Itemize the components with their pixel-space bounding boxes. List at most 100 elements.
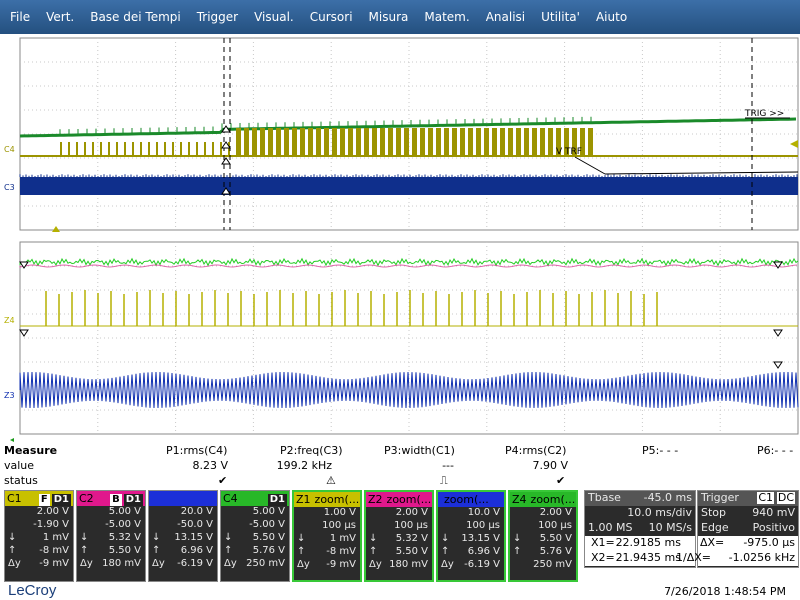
menu-item-9[interactable]: Utilita' bbox=[533, 10, 588, 24]
trace-c1-burst bbox=[300, 128, 305, 156]
trace-c1-burst bbox=[412, 128, 417, 156]
menu-item-8[interactable]: Analisi bbox=[478, 10, 533, 24]
trace-c1-burst bbox=[508, 128, 513, 156]
menu-item-5[interactable]: Cursori bbox=[302, 10, 361, 24]
cursor-x2-label: X2= bbox=[591, 551, 615, 564]
cursor-row-label: ↑ bbox=[369, 546, 378, 557]
trace-c1-burst bbox=[516, 128, 521, 156]
measure-status-row-label: status bbox=[4, 474, 38, 487]
cursor-row-value: 13.15 V bbox=[174, 532, 213, 543]
channel-name: Z1 bbox=[296, 493, 311, 506]
trace-c1-burst bbox=[156, 142, 158, 156]
trace-c1-burst bbox=[252, 128, 257, 156]
trace-c1-burst bbox=[236, 128, 241, 156]
channel-descriptor-5[interactable]: Z1 zoom(... 1.00 V 100 µs ↓ 1 mV ↑ -8 mV Δy -9 mV bbox=[292, 490, 362, 582]
cursor-dx-value: -975.0 µs bbox=[743, 536, 795, 549]
channel-setting-v2: -5.00 V bbox=[105, 519, 141, 530]
trace-c1-burst bbox=[292, 128, 297, 156]
trace-c1-burst bbox=[420, 128, 425, 156]
cursor-row-label: Δy bbox=[152, 558, 165, 569]
trace-c1-burst bbox=[404, 128, 409, 156]
param-label-p6[interactable]: P6:- - - bbox=[757, 444, 793, 457]
menu-item-7[interactable]: Matem. bbox=[416, 10, 477, 24]
menu-item-0[interactable]: File bbox=[2, 10, 38, 24]
cursor-row-value: 180 mV bbox=[389, 559, 428, 570]
cursor-arrow-lower bbox=[773, 361, 783, 369]
status-icon-p2: ⚠ bbox=[326, 474, 336, 487]
status-icon-p4: ✔ bbox=[556, 474, 566, 487]
channel-tag: D1 bbox=[51, 493, 71, 506]
channel-tag: D1 bbox=[267, 493, 287, 506]
channel-descriptor-4[interactable]: C4 D1 5.00 V -5.00 V ↓ 5.50 V ↑ 5.76 V Δy 250 mV bbox=[220, 490, 290, 582]
channel-descriptor-header: zoom(... bbox=[438, 492, 504, 507]
trace-c1-burst bbox=[212, 142, 214, 156]
menu-item-4[interactable]: Visual. bbox=[246, 10, 302, 24]
cursor-x1-label: X1= bbox=[591, 536, 615, 549]
channel-setting-v2: 100 µs bbox=[538, 520, 572, 531]
channel-descriptor-header bbox=[149, 491, 217, 506]
channel-descriptor-7[interactable]: zoom(... 10.0 V 100 µs ↓ 13.15 V ↑ 6.96 V Δy -6.… bbox=[436, 490, 506, 582]
cursor-x1-value: 22.9185 ms bbox=[615, 536, 681, 549]
trace-c3 bbox=[20, 177, 798, 195]
cursor-row-label: Δy bbox=[297, 559, 310, 570]
trace-c1-burst bbox=[276, 128, 281, 156]
param-label-p5[interactable]: P5:- - - bbox=[642, 444, 678, 457]
trace-c1-burst bbox=[452, 128, 457, 156]
channel-setting-v2: -5.00 V bbox=[249, 519, 285, 530]
menu-item-2[interactable]: Base dei Tempi bbox=[82, 10, 189, 24]
param-label-p1[interactable]: P1:rms(C4) bbox=[166, 444, 227, 457]
param-label-p2[interactable]: P2:freq(C3) bbox=[280, 444, 343, 457]
menu-item-3[interactable]: Trigger bbox=[189, 10, 246, 24]
menu-item-1[interactable]: Vert. bbox=[38, 10, 82, 24]
cursor-row-value: 5.50 V bbox=[539, 533, 572, 544]
channel-setting-v1: 5.00 V bbox=[108, 506, 141, 517]
trace-c1-burst bbox=[140, 142, 142, 156]
channel-descriptor-header: C4 D1 bbox=[221, 491, 289, 506]
channel-descriptor-2[interactable]: C2 B D1 5.00 V -5.00 V ↓ 5.32 V ↑ 5.50 V Δy 180 mV bbox=[76, 490, 146, 582]
cursor-row-label: ↓ bbox=[80, 532, 89, 543]
channel-setting-v1: 1.00 V bbox=[323, 507, 356, 518]
channel-descriptor-1[interactable]: C1 F D1 2.00 V -1.90 V ↓ 1 mV ↑ -8 mV Δy -9 mV bbox=[4, 490, 74, 582]
cursor-inv-dx-value: -1.0256 kHz bbox=[728, 551, 795, 564]
channel-setting-v1: 2.00 V bbox=[36, 506, 69, 517]
timebase-samples: 1.00 MS bbox=[588, 521, 633, 534]
channel-descriptor-8[interactable]: Z4 zoom(... 2.00 V 100 µs ↓ 5.50 V ↑ 5.76 V 250 … bbox=[508, 490, 578, 582]
timebase-div: 10.0 ms/div bbox=[627, 506, 692, 519]
menu-item-10[interactable]: Aiuto bbox=[588, 10, 635, 24]
channel-descriptor-header: C2 B D1 bbox=[77, 491, 145, 506]
trace-c1-burst bbox=[540, 128, 545, 156]
channel-setting-v2: -1.90 V bbox=[33, 519, 69, 530]
trigger-source-tag: C1 bbox=[757, 491, 774, 504]
channel-descriptor-6[interactable]: Z2 zoom(... 2.00 V 100 µs ↓ 5.32 V ↑ 5.50 V Δy 18… bbox=[364, 490, 434, 582]
channel-descriptor-3[interactable]: 20.0 V -50.0 V ↓ 13.15 V ↑ 6.96 V Δy -6.19 V bbox=[148, 490, 218, 582]
trace-c1-burst bbox=[324, 128, 329, 156]
trigger-panel[interactable]: Trigger C1 DC Stop 940 mV Edge Positivo … bbox=[676, 490, 799, 568]
channel-setting-v2: 100 µs bbox=[322, 520, 356, 531]
channel-label-z4: Z4 bbox=[4, 316, 15, 325]
cursor-row-value: 5.50 V bbox=[252, 532, 285, 543]
cursor-row-label: ↓ bbox=[224, 532, 233, 543]
cursor-row-label: ↑ bbox=[80, 545, 89, 556]
menu-item-6[interactable]: Misura bbox=[361, 10, 417, 24]
trace-c1-burst bbox=[436, 128, 441, 156]
waveform-display[interactable]: V TRF TRIG >> C4 C3 Z4 Z3 bbox=[0, 34, 800, 446]
trigger-title: Trigger bbox=[701, 491, 739, 504]
waveform-svg[interactable]: V TRFTRIG >>C4C3Z4Z3 bbox=[0, 34, 800, 446]
channel-setting-v1: 2.00 V bbox=[539, 507, 572, 518]
trace-c1-burst bbox=[204, 142, 206, 156]
cursor-arrow bbox=[221, 157, 231, 165]
channel-math-title: zoom(... bbox=[444, 493, 489, 506]
cursor-row-label: ↓ bbox=[369, 533, 378, 544]
cursor-row-value: 1 mV bbox=[329, 533, 356, 544]
cursor-arrow-lower bbox=[773, 329, 783, 337]
trace-c1-burst bbox=[116, 142, 118, 156]
channel-descriptor-header: Z1 zoom(... bbox=[294, 492, 360, 507]
cursor-row-value: 5.76 V bbox=[539, 546, 572, 557]
zoom-left-arrow bbox=[10, 438, 14, 442]
trace-c1-burst bbox=[348, 128, 353, 156]
trigger-position-arrow bbox=[52, 226, 60, 232]
param-label-p3[interactable]: P3:width(C1) bbox=[384, 444, 455, 457]
measure-value-row-label: value bbox=[4, 459, 35, 472]
channel-label-c3: C3 bbox=[4, 183, 15, 192]
param-label-p4[interactable]: P4:rms(C2) bbox=[505, 444, 566, 457]
